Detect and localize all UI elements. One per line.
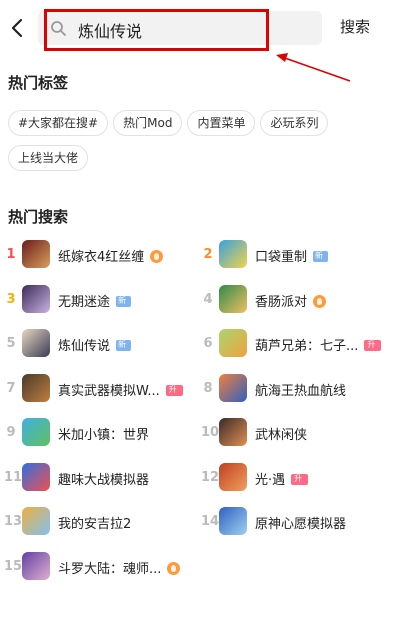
hot-search-item[interactable]: 9 米加小镇：世界 [4, 416, 200, 450]
game-icon [22, 373, 50, 402]
rank-number: 15 [4, 558, 23, 574]
game-name: 原神心愿模拟器 [255, 517, 347, 532]
hot-flame-icon [167, 561, 181, 575]
game-icon [219, 462, 247, 491]
game-name-row: 趣味大战模拟器 [58, 469, 149, 488]
game-icon [22, 551, 50, 580]
hot-search-item[interactable]: 3 无期迷途 [4, 283, 200, 317]
rank-number: 5 [6, 336, 16, 351]
hot-tags-list: #大家都在搜# 热门Mod 内置菜单 必玩系列上线当大佬 [8, 110, 388, 180]
hot-search-item[interactable]: 11 趣味大战模拟器 [4, 461, 200, 495]
rank-number: 11 [4, 469, 23, 485]
hot-tag[interactable]: 内置菜单 [187, 110, 256, 136]
game-name-row: 真实武器模拟W... [58, 380, 183, 399]
game-name-row: 无期迷途 [58, 291, 132, 310]
game-icon [219, 507, 247, 535]
hot-flame-icon [313, 294, 327, 308]
game-icon [219, 418, 247, 446]
game-icon [219, 240, 247, 268]
game-name-row: 航海王热血航线 [255, 380, 346, 399]
game-name-row: 斗罗大陆：魂师... [58, 558, 181, 577]
rank-number: 8 [203, 380, 213, 396]
hot-flame-icon [150, 250, 164, 263]
hot-search-item[interactable]: 10 武林闲侠 [201, 416, 397, 450]
game-name-row: 武林闲侠 [255, 424, 307, 443]
new-badge-icon [116, 295, 132, 307]
hot-tags-title: 热门标签 [8, 74, 69, 92]
game-name: 我的安吉拉2 [58, 517, 132, 532]
hot-search-title: 热门搜索 [8, 208, 69, 226]
game-icon [219, 329, 247, 357]
game-icon [22, 329, 50, 357]
game-name: 武林闲侠 [255, 428, 308, 443]
game-name: 光·遇 [255, 472, 286, 488]
rising-badge-icon [165, 384, 183, 396]
hot-search-item[interactable]: 2 口袋重制 [201, 238, 397, 272]
rank-number: 4 [203, 291, 213, 307]
game-name-row: 原神心愿模拟器 [255, 513, 346, 532]
rank-number: 2 [203, 247, 213, 262]
game-name: 米加小镇：世界 [58, 428, 150, 443]
rank-number: 7 [6, 380, 16, 396]
hot-search-item[interactable]: 6 葫芦兄弟：七子... [201, 327, 397, 361]
game-name: 香肠派对 [255, 294, 308, 310]
new-badge-icon [313, 250, 329, 262]
new-badge-icon [116, 339, 132, 351]
rank-number: 10 [201, 425, 220, 440]
game-name: 口袋重制 [255, 250, 308, 265]
hot-search-item[interactable]: 8 航海王热血航线 [201, 372, 397, 406]
search-button[interactable]: 搜索 [340, 16, 370, 37]
game-name-row: 葫芦兄弟：七子... [255, 335, 382, 354]
game-icon [22, 418, 50, 446]
rank-number: 12 [201, 469, 220, 485]
hot-tag[interactable]: 上线当大佬 [8, 145, 89, 171]
game-name-row: 纸嫁衣4红丝缠 [58, 246, 164, 265]
game-name: 葫芦兄弟：七子... [255, 339, 359, 354]
game-icon [22, 240, 50, 268]
hot-tag[interactable]: 热门Mod [113, 110, 183, 136]
game-name: 真实武器模拟W... [58, 383, 160, 399]
game-name-row: 香肠派对 [255, 291, 327, 310]
game-icon [219, 284, 247, 313]
game-name-row: 光·遇 [255, 469, 309, 488]
hot-search-item[interactable]: 14 原神心愿模拟器 [201, 505, 397, 539]
game-name: 纸嫁衣4红丝缠 [58, 250, 145, 265]
annotation-arrow-icon [276, 53, 351, 82]
hot-search-item[interactable]: 12 光·遇 [201, 461, 397, 495]
game-icon [22, 284, 50, 313]
rank-number: 14 [201, 514, 220, 529]
hot-search-item[interactable]: 13 我的安吉拉2 [4, 505, 200, 539]
game-name-row: 米加小镇：世界 [58, 424, 149, 443]
hot-search-item[interactable]: 4 香肠派对 [201, 283, 397, 317]
hot-search-item[interactable]: 5 炼仙传说 [4, 327, 200, 361]
game-icon [22, 507, 50, 535]
annotation-highlight-box [44, 9, 269, 51]
game-icon [22, 462, 50, 491]
rank-number: 6 [203, 336, 213, 351]
hot-search-item[interactable]: 1 纸嫁衣4红丝缠 [4, 238, 200, 272]
game-name-row: 我的安吉拉2 [58, 513, 131, 532]
rank-number: 9 [6, 425, 16, 440]
rank-number: 3 [6, 291, 16, 307]
hot-search-item[interactable]: 15 斗罗大陆：魂师... [4, 550, 200, 584]
game-name: 航海王热血航线 [255, 383, 347, 399]
game-name-row: 口袋重制 [255, 246, 329, 265]
game-name: 无期迷途 [58, 294, 111, 310]
hot-search-item[interactable]: 7 真实武器模拟W... [4, 372, 200, 406]
rank-number: 13 [4, 514, 23, 529]
back-arrow-icon[interactable] [6, 14, 30, 42]
game-name-row: 炼仙传说 [58, 335, 132, 354]
hot-tag[interactable]: #大家都在搜# [8, 110, 109, 136]
game-icon [219, 373, 247, 402]
rising-badge-icon [364, 339, 382, 351]
game-name: 炼仙传说 [58, 339, 111, 354]
game-name: 趣味大战模拟器 [58, 472, 150, 488]
game-name: 斗罗大陆：魂师... [58, 561, 162, 577]
rank-number: 1 [6, 247, 16, 262]
hot-tag[interactable]: 必玩系列 [260, 110, 329, 136]
rising-badge-icon [291, 473, 309, 485]
